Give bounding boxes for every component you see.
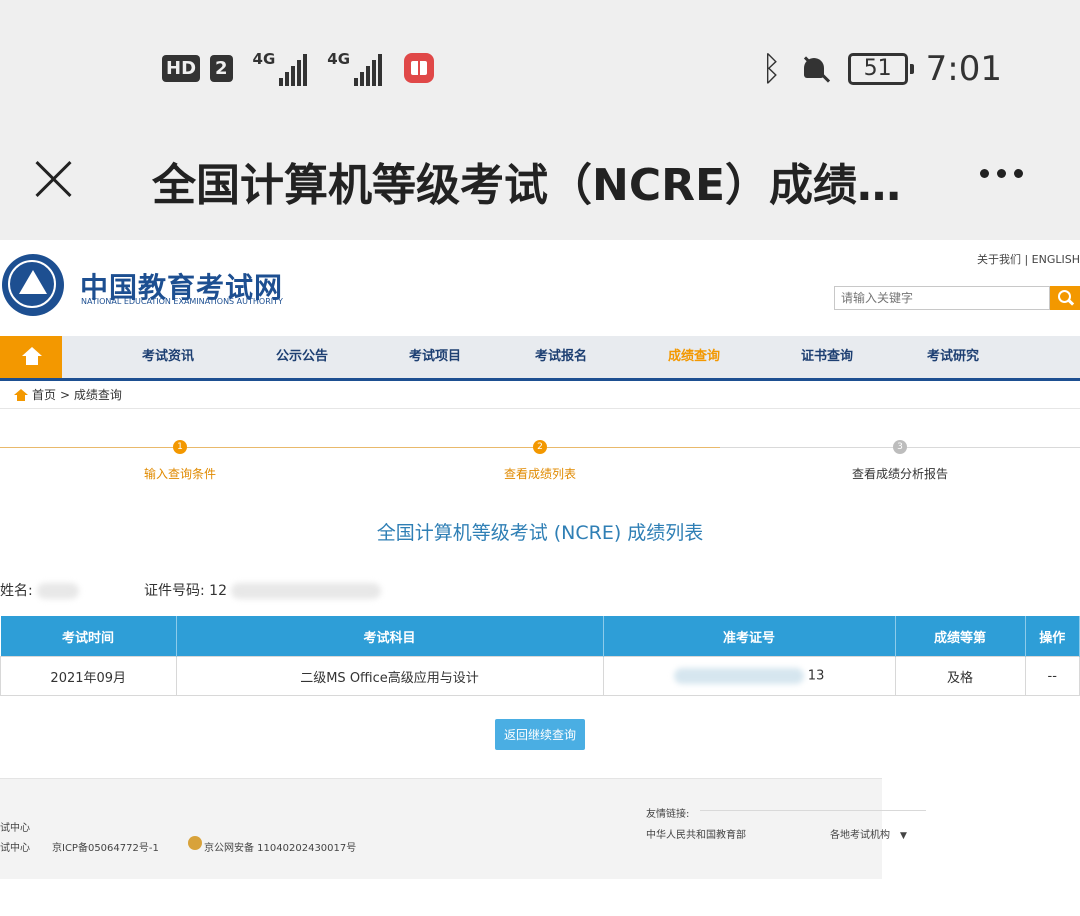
- main-nav: 考试资讯 公示公告 考试项目 考试报名 成绩查询 证书查询 考试研究: [0, 336, 1080, 381]
- friend-links-label: 友情链接:: [646, 809, 690, 820]
- neea-logo-icon[interactable]: [2, 254, 64, 316]
- chevron-down-icon: ▼: [900, 831, 907, 841]
- table-header-row: 考试时间 考试科目 准考证号 成绩等第 操作: [0, 616, 1080, 657]
- signal-icon-2: 4G: [327, 50, 383, 86]
- bluetooth-icon: ᛒ: [761, 49, 782, 89]
- nav-item-exam-research[interactable]: 考试研究: [927, 336, 979, 378]
- footer-line-1: 试中心: [0, 823, 30, 834]
- police-badge-icon: [188, 836, 202, 850]
- col-grade: 成绩等第: [895, 616, 1026, 657]
- steps-progress-line: [0, 447, 720, 448]
- col-exam-time: 考试时间: [0, 616, 177, 657]
- step-1-dot: 1: [173, 440, 187, 454]
- cell-grade: 及格: [894, 656, 1026, 696]
- score-table: 考试时间 考试科目 准考证号 成绩等第 操作 2021年09月 二级MS Off…: [0, 616, 1080, 696]
- nav-item-exam-news[interactable]: 考试资讯: [142, 336, 194, 378]
- search-button[interactable]: [1050, 286, 1080, 310]
- id-label: 证件号码:: [144, 583, 205, 599]
- web-page: 中国教育考试网 NATIONAL EDUCATION EXAMINATIONS …: [0, 240, 1080, 916]
- site-name-en: NATIONAL EDUCATION EXAMINATIONS AUTHORIT…: [81, 297, 283, 306]
- divider: [0, 408, 1080, 409]
- icp-license[interactable]: 京ICP备05064772号-1: [52, 839, 159, 854]
- id-value: 12: [209, 583, 227, 599]
- nav-item-score-query[interactable]: 成绩查询: [668, 336, 720, 378]
- page-title: 全国计算机等级考试（NCRE）成绩…: [152, 160, 902, 211]
- table-row: 2021年09月 二级MS Office高级应用与设计 13 及格 --: [0, 656, 1080, 696]
- nav-item-announcements[interactable]: 公示公告: [276, 336, 328, 378]
- nav-home[interactable]: [0, 336, 62, 378]
- step-1-label: 输入查询条件: [143, 467, 217, 481]
- col-action: 操作: [1025, 616, 1080, 657]
- police-record[interactable]: 京公网安备 11040202430017号: [204, 839, 356, 854]
- friend-links-divider: [700, 810, 926, 811]
- search-input[interactable]: [834, 286, 1050, 310]
- clock: 7:01: [925, 49, 1002, 89]
- back-continue-query-button[interactable]: 返回继续查询: [495, 719, 585, 750]
- step-3-label: 查看成绩分析报告: [851, 467, 949, 481]
- hd-badge: HD: [162, 54, 201, 82]
- footer-line-2: 试中心: [0, 843, 30, 854]
- close-icon[interactable]: [32, 157, 76, 201]
- ticket-visible: 13: [807, 668, 825, 684]
- status-left: HD 2 4G 4G: [162, 48, 435, 88]
- signal-icon: 4G: [253, 50, 308, 86]
- col-subject: 考试科目: [176, 616, 604, 657]
- step-3-dot: 3: [893, 440, 907, 454]
- col-ticket-number: 准考证号: [603, 616, 896, 657]
- friend-link-moe[interactable]: 中华人民共和国教育部: [646, 826, 746, 841]
- breadcrumb-home-icon: [14, 388, 28, 401]
- top-links[interactable]: 关于我们 | ENGLISH: [977, 251, 1080, 267]
- network-type-label: 4G: [252, 50, 276, 68]
- id-row: 证件号码: 12: [144, 580, 382, 600]
- book-app-icon: [404, 53, 435, 83]
- nav-item-exam-programs[interactable]: 考试项目: [409, 336, 461, 378]
- ticket-redacted: [673, 668, 804, 684]
- phone-status-bar: HD 2 4G 4G ᛒ 51 7:01: [0, 0, 1080, 135]
- step-2-dot: 2: [533, 440, 547, 454]
- breadcrumb-current: > 成绩查询: [60, 388, 122, 402]
- id-value-redacted: [231, 583, 382, 599]
- home-icon: [22, 347, 42, 365]
- cell-exam-time: 2021年09月: [0, 656, 177, 696]
- status-right: ᛒ 51 7:01: [761, 46, 1002, 92]
- mute-bell-icon: [800, 54, 830, 84]
- cell-action: --: [1024, 656, 1080, 696]
- nav-item-certificate-query[interactable]: 证书查询: [801, 336, 853, 378]
- nav-item-registration[interactable]: 考试报名: [535, 336, 587, 378]
- breadcrumb-home[interactable]: 首页: [32, 386, 56, 403]
- name-label: 姓名:: [0, 583, 33, 599]
- cell-subject: 二级MS Office高级应用与设计: [175, 656, 604, 696]
- sim-badge: 2: [210, 54, 233, 82]
- breadcrumb: 首页 > 成绩查询: [14, 386, 122, 403]
- local-orgs-label: 各地考试机构: [830, 830, 890, 841]
- browser-title-bar: 全国计算机等级考试（NCRE）成绩…: [0, 135, 1080, 240]
- more-options-icon[interactable]: [980, 169, 1023, 178]
- footer: 试中心 试中心 京ICP备05064772号-1 京公网安备 110402024…: [0, 778, 926, 879]
- result-title: 全国计算机等级考试 (NCRE) 成绩列表: [376, 522, 704, 544]
- name-value-redacted: [37, 583, 80, 599]
- network-type-label-2: 4G: [327, 50, 351, 68]
- name-row: 姓名:: [0, 580, 80, 600]
- step-2-label: 查看成绩列表: [503, 467, 577, 481]
- local-orgs-select[interactable]: 各地考试机构 ▼: [830, 826, 907, 841]
- cell-ticket-number: 13: [602, 656, 896, 696]
- battery-icon: 51: [847, 53, 914, 85]
